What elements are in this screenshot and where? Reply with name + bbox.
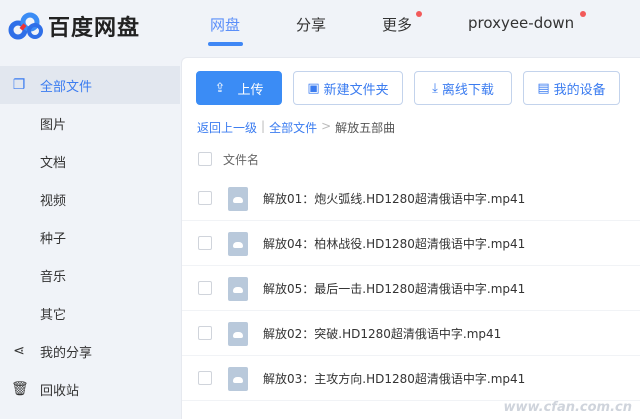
- file-name[interactable]: 解放05：最后一击.HD1280超清俄语中字.mp41: [263, 280, 525, 297]
- sidebar-item-music[interactable]: 音乐: [0, 256, 180, 294]
- sidebar-item-videos[interactable]: 视频: [0, 180, 180, 218]
- my-devices-button[interactable]: ▤ 我的设备: [523, 71, 620, 105]
- logo[interactable]: 百度网盘: [8, 10, 140, 42]
- sidebar-item-label: 回收站: [40, 383, 80, 399]
- video-file-icon: [228, 232, 248, 256]
- nav-tab-netdisk[interactable]: 网盘: [210, 14, 240, 35]
- breadcrumb-root-link[interactable]: 全部文件: [269, 119, 317, 136]
- download-icon: ⤓: [432, 80, 438, 96]
- row-checkbox[interactable]: [198, 236, 212, 250]
- breadcrumb-back-link[interactable]: 返回上一级: [197, 119, 257, 136]
- file-row[interactable]: 解放05：最后一击.HD1280超清俄语中字.mp41: [182, 266, 640, 311]
- notification-dot: [580, 11, 586, 17]
- breadcrumb-separator: |: [261, 119, 266, 133]
- sidebar-item-label: 全部文件: [40, 79, 93, 95]
- share-icon: ⋖: [13, 343, 25, 359]
- sidebar-item-label: 其它: [40, 307, 67, 323]
- file-panel: ⇪ 上传 ▣ 新建文件夹 ⤓ 离线下载 ▤ 我的设备 返回上一级 | 全部文件 > 解…: [181, 57, 640, 419]
- upload-button[interactable]: ⇪ 上传: [196, 71, 282, 105]
- file-name[interactable]: 解放02：突破.HD1280超清俄语中字.mp41: [263, 325, 501, 342]
- row-checkbox[interactable]: [198, 191, 212, 205]
- video-file-icon: [228, 322, 248, 346]
- file-name[interactable]: 解放04：柏林战役.HD1280超清俄语中字.mp41: [263, 235, 525, 252]
- nav-tab-share[interactable]: 分享: [296, 14, 326, 35]
- sidebar-item-images[interactable]: 图片: [0, 104, 180, 142]
- trash-icon: 🗑: [11, 381, 29, 397]
- file-row[interactable]: 解放04：柏林战役.HD1280超清俄语中字.mp41: [182, 221, 640, 266]
- offline-download-label: 离线下载: [441, 82, 494, 98]
- baidu-cloud-logo-icon: [8, 12, 43, 40]
- list-header: 文件名: [182, 146, 640, 176]
- file-row[interactable]: 解放03：主攻方向.HD1280超清俄语中字.mp41: [182, 356, 640, 401]
- sidebar-item-label: 种子: [40, 231, 67, 247]
- active-tab-indicator: [208, 42, 243, 46]
- video-file-icon: [228, 367, 248, 391]
- sidebar-item-label: 视频: [40, 193, 67, 209]
- breadcrumb: 返回上一级 | 全部文件 > 解放五部曲: [197, 119, 395, 136]
- file-name[interactable]: 解放01：炮火弧线.HD1280超清俄语中字.mp41: [263, 190, 525, 207]
- row-checkbox[interactable]: [198, 371, 212, 385]
- nav-tab-proxyee-down[interactable]: proxyee-down: [468, 14, 574, 32]
- sidebar-item-my-shares[interactable]: ⋖ 我的分享: [0, 332, 180, 370]
- files-icon: ❐: [12, 77, 26, 93]
- sidebar-item-label: 文档: [40, 155, 67, 171]
- new-folder-button[interactable]: ▣ 新建文件夹: [293, 71, 403, 105]
- file-row[interactable]: 解放01：炮火弧线.HD1280超清俄语中字.mp41: [182, 176, 640, 221]
- row-checkbox[interactable]: [198, 281, 212, 295]
- breadcrumb-current: 解放五部曲: [335, 121, 396, 135]
- file-name[interactable]: 解放03：主攻方向.HD1280超清俄语中字.mp41: [263, 370, 525, 387]
- watermark: www.cfan.com.cn: [503, 400, 632, 415]
- file-row[interactable]: 解放02：突破.HD1280超清俄语中字.mp41: [182, 311, 640, 356]
- sidebar: ❐ 全部文件 图片 文档 视频 种子 音乐 其它 ⋖ 我的分享 🗑 回收站: [0, 66, 180, 408]
- logo-text: 百度网盘: [48, 16, 141, 41]
- select-all-checkbox[interactable]: [198, 152, 212, 166]
- top-header: 百度网盘 网盘 分享 更多 proxyee-down: [0, 0, 640, 57]
- video-file-icon: [228, 187, 248, 211]
- breadcrumb-arrow: >: [321, 119, 332, 133]
- sidebar-item-documents[interactable]: 文档: [0, 142, 180, 180]
- new-folder-label: 新建文件夹: [323, 82, 389, 98]
- sidebar-item-label: 图片: [40, 117, 67, 133]
- sidebar-item-recycle-bin[interactable]: 🗑 回收站: [0, 370, 180, 408]
- row-checkbox[interactable]: [198, 326, 212, 340]
- sidebar-item-label: 我的分享: [40, 345, 93, 361]
- column-header-filename[interactable]: 文件名: [223, 151, 259, 168]
- sidebar-item-torrents[interactable]: 种子: [0, 218, 180, 256]
- sidebar-item-label: 音乐: [40, 269, 67, 285]
- my-devices-label: 我的设备: [553, 82, 606, 98]
- offline-download-button[interactable]: ⤓ 离线下载: [414, 71, 512, 105]
- new-folder-icon: ▣: [307, 80, 320, 96]
- nav-tab-more[interactable]: 更多: [382, 14, 412, 35]
- sidebar-item-other[interactable]: 其它: [0, 294, 180, 332]
- upload-icon: ⇪: [214, 80, 226, 96]
- device-icon: ▤: [537, 80, 550, 96]
- upload-label: 上传: [237, 82, 264, 98]
- notification-dot: [416, 11, 422, 17]
- video-file-icon: [228, 277, 248, 301]
- sidebar-item-all-files[interactable]: ❐ 全部文件: [0, 66, 180, 104]
